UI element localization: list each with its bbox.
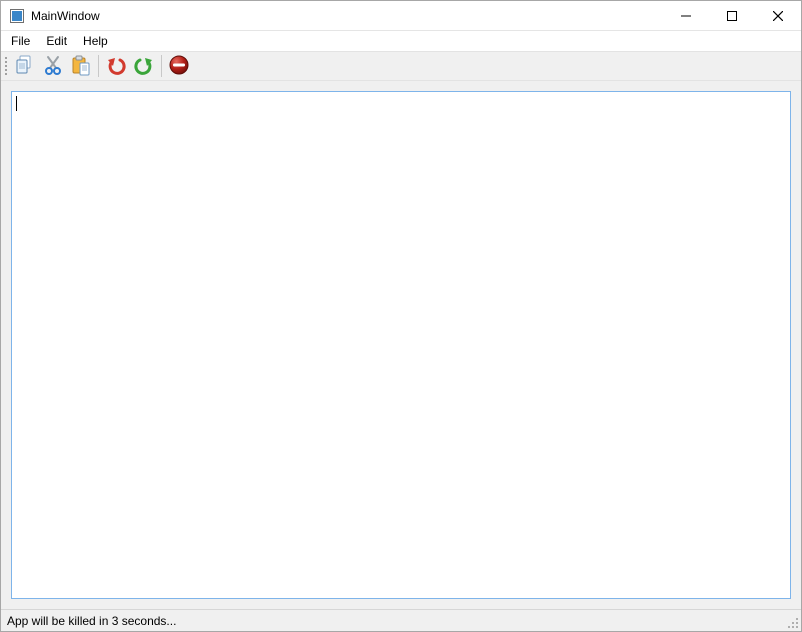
text-caret [16,96,17,111]
cut-icon [42,54,64,79]
copy-icon [14,54,36,79]
toolbar [1,51,801,81]
maximize-button[interactable] [709,1,755,30]
statusbar: App will be killed in 3 seconds... [1,609,801,631]
menu-help[interactable]: Help [75,32,116,50]
toolbar-separator [161,55,162,77]
undo-icon [105,54,127,79]
toolbar-handle[interactable] [3,55,9,77]
app-icon [9,8,25,24]
size-grip[interactable] [787,617,799,629]
redo-icon [133,54,155,79]
toolbar-separator [98,55,99,77]
menu-edit[interactable]: Edit [38,32,75,50]
paste-icon [70,54,92,79]
redo-button[interactable] [130,53,158,79]
titlebar: MainWindow [1,1,801,31]
main-window: MainWindow File Edit Help [0,0,802,632]
stop-icon [168,54,190,79]
window-title: MainWindow [31,9,100,23]
minimize-button[interactable] [663,1,709,30]
copy-button[interactable] [11,53,39,79]
paste-button[interactable] [67,53,95,79]
cut-button[interactable] [39,53,67,79]
menu-file[interactable]: File [3,32,38,50]
window-controls [663,1,801,30]
menubar: File Edit Help [1,31,801,51]
undo-button[interactable] [102,53,130,79]
close-button[interactable] [755,1,801,30]
text-editor[interactable] [11,91,791,599]
stop-button[interactable] [165,53,193,79]
status-message: App will be killed in 3 seconds... [7,614,176,628]
client-area [1,81,801,609]
